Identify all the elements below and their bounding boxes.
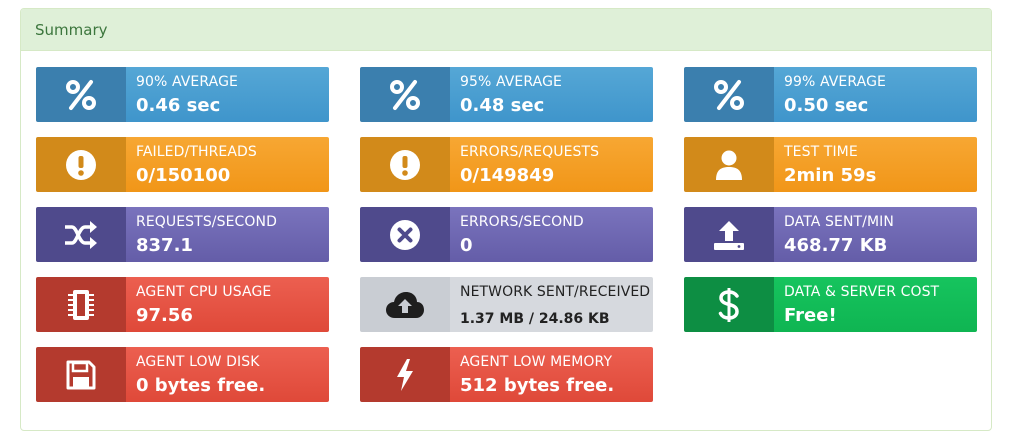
percent-icon — [684, 67, 774, 122]
panel-title: Summary — [21, 9, 991, 51]
floppy-disk-icon — [36, 347, 126, 402]
tile-value: 0.48 sec — [460, 95, 545, 116]
tile-value: 0/149849 — [460, 165, 555, 186]
dollar-icon — [684, 277, 774, 332]
tile-data-sent-min: DATA SENT/MIN 468.77 KB — [684, 207, 977, 262]
tile-errors-second: ERRORS/SECOND 0 — [360, 207, 653, 262]
tile-label: DATA SENT/MIN — [784, 214, 894, 230]
tile-value: 0 bytes free. — [136, 375, 266, 396]
shuffle-icon — [36, 207, 126, 262]
tile-agent-cpu-usage: AGENT CPU USAGE 97.56 — [36, 277, 329, 332]
tile-value: 0.46 sec — [136, 95, 221, 116]
tile-agent-low-disk: AGENT LOW DISK 0 bytes free. — [36, 347, 329, 402]
upload-icon — [684, 207, 774, 262]
tile-label: TEST TIME — [784, 144, 858, 160]
tile-value: 2min 59s — [784, 165, 877, 186]
tile-90-average: 90% AVERAGE 0.46 sec — [36, 67, 329, 122]
tile-value: 0/150100 — [136, 165, 231, 186]
tile-label: AGENT CPU USAGE — [136, 284, 272, 300]
tile-value: 837.1 — [136, 235, 193, 256]
tile-errors-requests: ERRORS/REQUESTS 0/149849 — [360, 137, 653, 192]
exclamation-icon — [36, 137, 126, 192]
user-icon — [684, 137, 774, 192]
tile-requests-second: REQUESTS/SECOND 837.1 — [36, 207, 329, 262]
tile-label: ERRORS/SECOND — [460, 214, 584, 230]
tile-label: DATA & SERVER COST — [784, 284, 940, 300]
tile-network-sent-received: NETWORK SENT/RECEIVED 1.37 MB / 24.86 KB — [360, 277, 653, 332]
tile-test-time: TEST TIME 2min 59s — [684, 137, 977, 192]
tile-label: AGENT LOW DISK — [136, 354, 260, 370]
tile-value: 512 bytes free. — [460, 375, 615, 396]
times-circle-icon — [360, 207, 450, 262]
tile-label: REQUESTS/SECOND — [136, 214, 278, 230]
tile-label: 90% AVERAGE — [136, 74, 238, 90]
tile-value: 0.50 sec — [784, 95, 869, 116]
tile-value: 97.56 — [136, 305, 193, 326]
tile-label: NETWORK SENT/RECEIVED — [460, 284, 651, 300]
tile-95-average: 95% AVERAGE 0.48 sec — [360, 67, 653, 122]
tile-value: 1.37 MB / 24.86 KB — [460, 311, 610, 327]
tile-label: FAILED/THREADS — [136, 144, 257, 160]
tile-label: 99% AVERAGE — [784, 74, 886, 90]
tile-agent-low-memory: AGENT LOW MEMORY 512 bytes free. — [360, 347, 653, 402]
tile-label: ERRORS/REQUESTS — [460, 144, 600, 160]
tile-value: Free! — [784, 305, 837, 326]
tile-label: 95% AVERAGE — [460, 74, 562, 90]
chip-icon — [36, 277, 126, 332]
tile-99-average: 99% AVERAGE 0.50 sec — [684, 67, 977, 122]
bolt-icon — [360, 347, 450, 402]
cloud-upload-icon — [360, 277, 450, 332]
tile-label: AGENT LOW MEMORY — [460, 354, 613, 370]
percent-icon — [36, 67, 126, 122]
exclamation-icon — [360, 137, 450, 192]
tile-failed-threads: FAILED/THREADS 0/150100 — [36, 137, 329, 192]
tile-value: 468.77 KB — [784, 235, 888, 256]
tile-data-server-cost: DATA & SERVER COST Free! — [684, 277, 977, 332]
tile-value: 0 — [460, 235, 473, 256]
percent-icon — [360, 67, 450, 122]
